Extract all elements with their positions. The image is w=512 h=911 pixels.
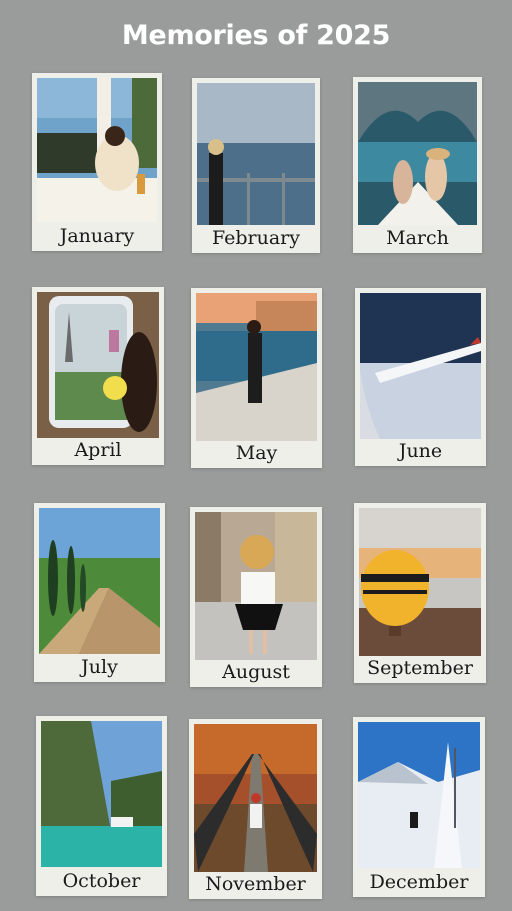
photo-july: [39, 508, 160, 654]
month-label-october: October: [62, 870, 141, 892]
polaroid-december[interactable]: December: [353, 717, 485, 897]
photo-january: [37, 78, 157, 222]
polaroid-june[interactable]: June: [355, 288, 486, 466]
photo-june: [360, 293, 481, 439]
polaroid-april[interactable]: April: [32, 287, 164, 465]
month-label-december: December: [369, 871, 469, 893]
photo-september: [359, 508, 481, 656]
photo-february: [197, 83, 315, 225]
polaroid-september[interactable]: September: [354, 503, 486, 683]
polaroid-october[interactable]: October: [36, 716, 167, 896]
polaroid-may[interactable]: May: [191, 288, 322, 468]
month-label-june: June: [398, 440, 443, 462]
month-label-april: April: [74, 439, 122, 461]
photo-december: [358, 722, 480, 868]
month-label-march: March: [386, 227, 449, 249]
photo-may: [196, 293, 317, 441]
photo-august: [195, 512, 317, 660]
polaroid-january[interactable]: January: [32, 73, 162, 251]
polaroid-july[interactable]: July: [34, 503, 165, 682]
polaroid-august[interactable]: August: [190, 507, 322, 687]
month-label-august: August: [222, 661, 290, 683]
photo-november: [194, 724, 317, 872]
month-label-september: September: [367, 657, 473, 679]
month-label-january: January: [59, 225, 135, 247]
polaroid-february[interactable]: February: [192, 78, 320, 253]
month-label-may: May: [235, 442, 278, 464]
photo-october: [41, 721, 162, 867]
polaroid-november[interactable]: November: [189, 719, 322, 899]
photo-april: [37, 292, 159, 438]
month-label-july: July: [81, 656, 118, 678]
month-label-february: February: [211, 227, 300, 249]
month-label-november: November: [205, 873, 306, 895]
polaroid-march[interactable]: March: [353, 77, 482, 253]
page-title: Memories of 2025: [121, 20, 391, 51]
photo-march: [358, 82, 477, 225]
